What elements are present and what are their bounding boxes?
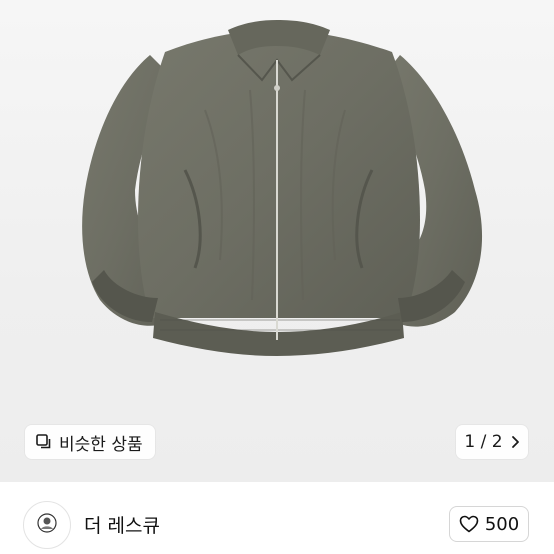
heart-outline-icon xyxy=(459,515,479,533)
like-count: 500 xyxy=(484,513,520,535)
product-image[interactable] xyxy=(0,0,554,482)
seller-avatar[interactable] xyxy=(23,501,71,549)
similar-products-label: 비슷한 상품 xyxy=(59,434,143,455)
seller-avatar-icon xyxy=(36,512,58,538)
image-pager[interactable]: 1 / 2 xyxy=(456,425,528,459)
chevron-right-icon xyxy=(511,435,520,449)
copy-squares-icon xyxy=(35,433,53,451)
seller-name[interactable]: 더 레스큐 xyxy=(84,511,160,538)
like-button[interactable]: 500 xyxy=(449,506,529,542)
pager-text: 1 / 2 xyxy=(464,432,503,452)
jacket-illustration xyxy=(82,20,483,356)
similar-products-button[interactable]: 비슷한 상품 xyxy=(25,425,155,459)
